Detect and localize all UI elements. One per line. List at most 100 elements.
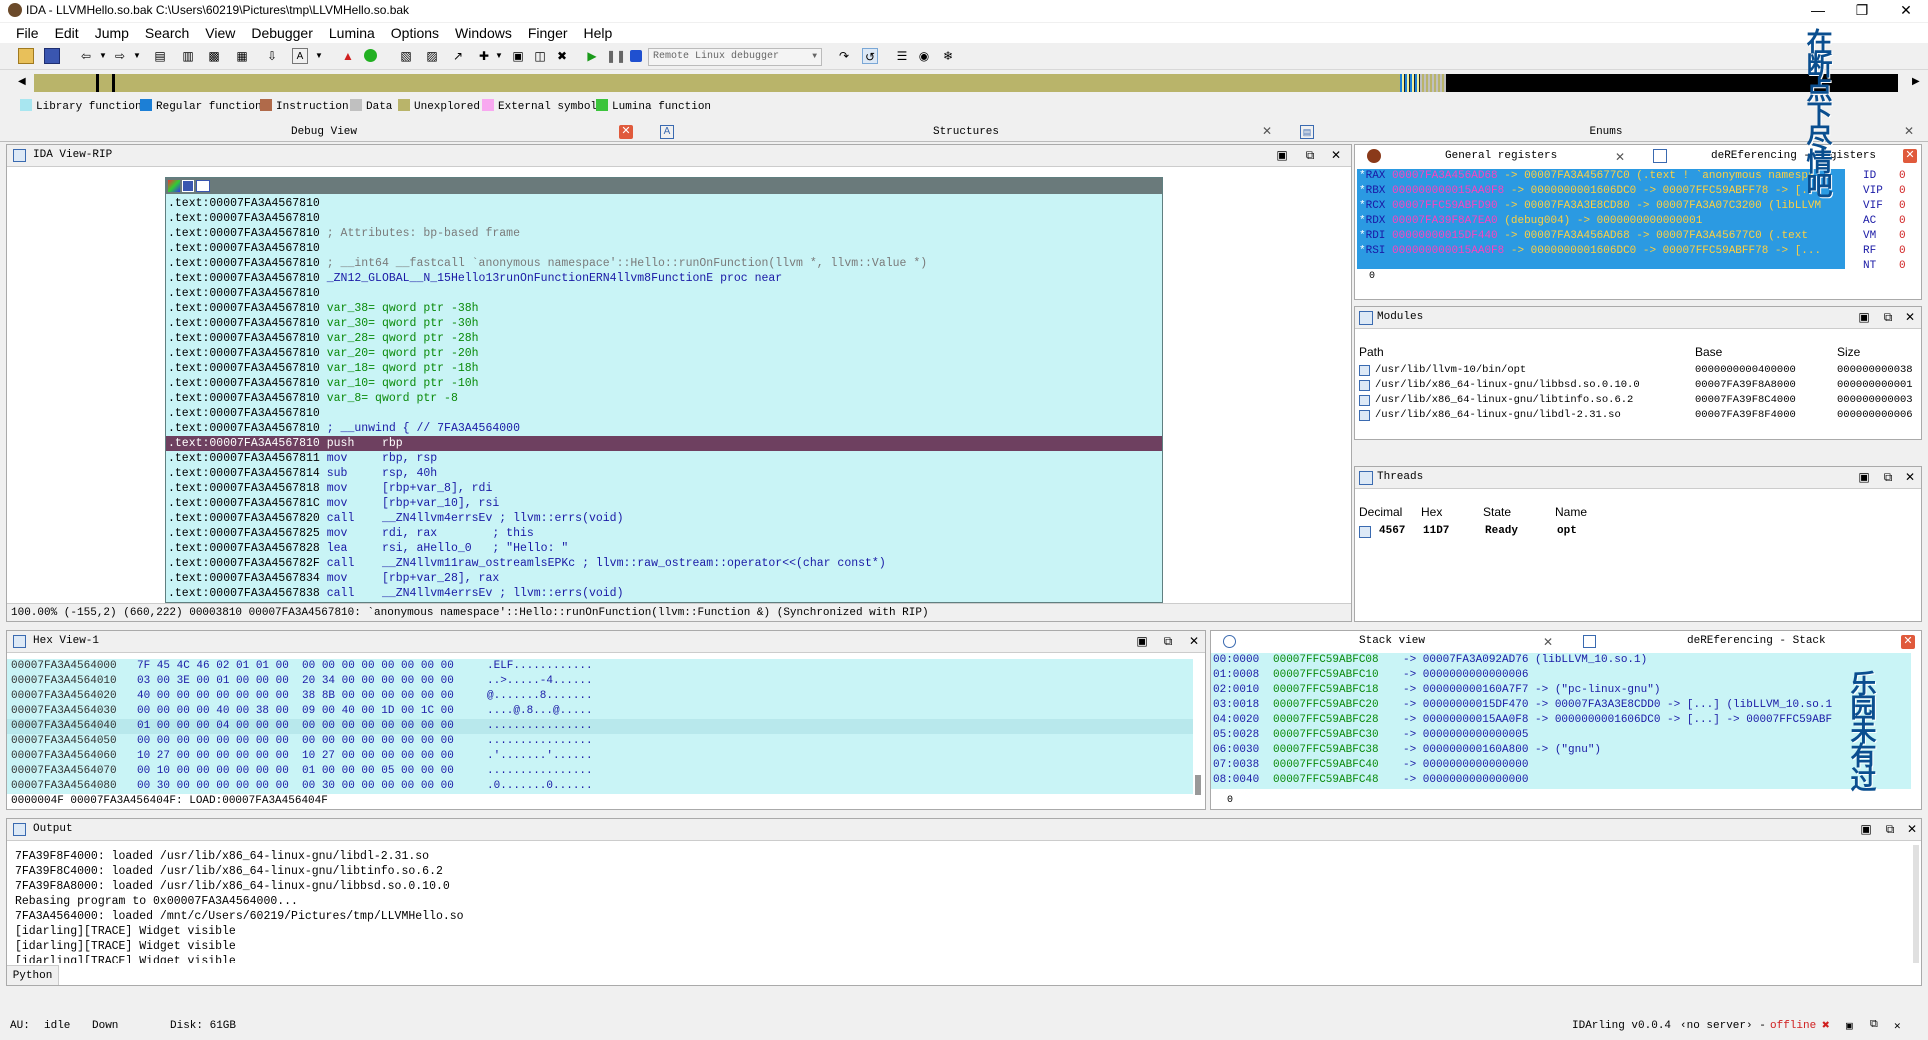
minimize-panel-icon[interactable]: ▣ <box>1857 470 1871 484</box>
graph-node[interactable]: .text:00007FA3A4567810 .text:00007FA3A45… <box>165 177 1163 603</box>
back-icon[interactable]: ⇦ <box>78 48 94 64</box>
disasm-line[interactable]: .text:00007FA3A4567810 ; __unwind { // 7… <box>166 421 1162 436</box>
disasm-line[interactable]: .text:00007FA3A456781C mov [rbp+var_10],… <box>166 496 1162 511</box>
disasm-line[interactable]: .text:00007FA3A4567810 var_8= qword ptr … <box>166 391 1162 406</box>
register-row[interactable]: *RAX 00007FA3A456AD68 -> 00007FA3A45677C… <box>1357 169 1845 184</box>
disasm-line[interactable]: .text:00007FA3A4567834 mov [rbp+var_28],… <box>166 571 1162 586</box>
proximity-icon[interactable]: ▨ <box>424 48 440 64</box>
menu-debugger[interactable]: Debugger <box>243 23 321 41</box>
register-row[interactable]: *RBX 000000000015AA0F8 -> 0000000001606D… <box>1357 184 1845 199</box>
back-dropdown-icon[interactable]: ▼ <box>95 48 111 64</box>
forward-icon[interactable]: ⇨ <box>112 48 128 64</box>
disasm-line[interactable]: .text:00007FA3A4567838 call __ZN4llvm4er… <box>166 586 1162 601</box>
close-icon[interactable]: ✕ <box>1541 635 1555 649</box>
menu-finger[interactable]: Finger <box>520 23 576 41</box>
patch-icon[interactable]: ▣ <box>510 48 526 64</box>
stack-row[interactable]: 01:0008 00007FFC59ABFC10 -> 00000000000000… <box>1211 668 1911 683</box>
close-icon[interactable]: ✕ <box>1613 150 1627 164</box>
close-panel-icon[interactable]: ✕ <box>1903 310 1917 324</box>
disasm-line[interactable]: .text:00007FA3A4567814 sub rsp, 40h <box>166 466 1162 481</box>
float-panel-icon[interactable]: ⧉ <box>1303 148 1317 163</box>
hex-row[interactable]: 00007FA3A4564000 7F 45 4C 46 02 01 01 00 … <box>7 659 1193 674</box>
status-minimize-icon[interactable]: ▣ <box>1846 1019 1853 1033</box>
register-row[interactable]: *RCX 00007FFC59ABFD90 -> 00007FA3A3E8CD8… <box>1357 199 1845 214</box>
disconnected-icon[interactable]: ✖ <box>1822 1018 1830 1033</box>
breakpoint-icon[interactable]: ▲ <box>340 48 356 64</box>
watch-icon[interactable]: ◉ <box>916 48 932 64</box>
hex-row[interactable]: 00007FA3A4564080 00 30 00 00 00 00 00 00 … <box>7 779 1193 794</box>
flag-row[interactable]: NT 0 <box>1863 259 1919 274</box>
step-into-icon[interactable]: ↷ <box>836 48 852 64</box>
stack-row[interactable]: 06:0030 00007FFC59ABFC38 -> 000000000160A8… <box>1211 743 1911 758</box>
node-graph-icon[interactable] <box>196 180 210 192</box>
module-row[interactable]: /usr/lib/x86_64-linux-gnu/libdl-2.31.so 0… <box>1357 408 1917 423</box>
minimize-panel-icon[interactable]: ▣ <box>1275 148 1289 162</box>
disasm-line[interactable]: .text:00007FA3A4567810 var_10= qword ptr… <box>166 376 1162 391</box>
close-panel-icon[interactable]: ✕ <box>1329 148 1343 162</box>
debugger-select[interactable]: Remote Linux debugger ▼ <box>648 48 822 66</box>
disasm-line[interactable]: .text:00007FA3A4567810 ; __int64 __fastc… <box>166 256 1162 271</box>
close-panel-icon[interactable]: ✕ <box>1187 634 1201 648</box>
stack-row[interactable]: 04:0020 00007FFC59ABFC28 -> 00000000015AA0… <box>1211 713 1911 728</box>
module-row[interactable]: /usr/lib/x86_64-linux-gnu/libbsd.so.0.10… <box>1357 378 1917 393</box>
stop-icon[interactable] <box>628 48 644 64</box>
cross-icon[interactable]: ✖ <box>554 48 570 64</box>
disasm-line[interactable]: .text:00007FA3A4567828 lea rsi, aHello_0… <box>166 541 1162 556</box>
hex-row[interactable]: 00007FA3A4564050 00 00 00 00 00 00 00 00 … <box>7 734 1193 749</box>
hex-row[interactable]: 00007FA3A4564060 10 27 00 00 00 00 00 00 … <box>7 749 1193 764</box>
node-color-icon[interactable] <box>168 180 180 192</box>
hex-row[interactable]: 00007FA3A4564020 40 00 00 00 00 00 00 00 … <box>7 689 1193 704</box>
flag-row[interactable]: VM 0 <box>1863 229 1919 244</box>
flag-row[interactable]: VIF 0 <box>1863 199 1919 214</box>
stack-row[interactable]: 03:0018 00007FFC59ABFC20 -> 00000000015DF4… <box>1211 698 1911 713</box>
flag-row[interactable]: VIP 0 <box>1863 184 1919 199</box>
close-icon[interactable]: ✕ <box>619 125 633 139</box>
hex-row[interactable]: 00007FA3A4564010 03 00 3E 00 01 00 00 00 … <box>7 674 1193 689</box>
close-panel-icon[interactable]: ✕ <box>1905 822 1919 836</box>
down-arrow-icon[interactable]: ⇩ <box>264 48 280 64</box>
close-icon[interactable]: ✕ <box>1902 124 1916 138</box>
thread-row[interactable]: 4567 11D7 Ready opt <box>1357 525 1917 541</box>
stack-row[interactable]: 00:0000 00007FFC59ABFC08 -> 00007FA3A092AD… <box>1211 653 1911 668</box>
python-command-input[interactable] <box>61 966 1919 984</box>
disasm-line[interactable]: .text:00007FA3A4567810 <box>166 211 1162 226</box>
disasm-line[interactable]: .text:00007FA3A4567825 mov rdi, rax ; th… <box>166 526 1162 541</box>
menu-view[interactable]: View <box>197 23 243 41</box>
disasm-line[interactable]: .text:00007FA3A4567810 <box>166 241 1162 256</box>
menu-help[interactable]: Help <box>576 23 621 41</box>
graph-icon[interactable]: ▧ <box>398 48 414 64</box>
breakpoints-list-icon[interactable]: ☰ <box>894 48 910 64</box>
run-icon[interactable]: ▶ <box>584 48 600 64</box>
forward-dropdown-icon[interactable]: ▼ <box>129 48 145 64</box>
hex-dump[interactable]: 00007FA3A4564000 7F 45 4C 46 02 01 01 00 … <box>7 659 1193 795</box>
stack-row[interactable]: 08:0040 00007FFC59ABFC48 -> 00000000000000… <box>1211 773 1911 788</box>
float-panel-icon[interactable]: ⧉ <box>1881 310 1895 325</box>
flag-row[interactable]: RF 0 <box>1863 244 1919 259</box>
disasm-line[interactable]: .text:00007FA3A4567810 <box>166 286 1162 301</box>
export-icon[interactable]: ◫ <box>532 48 548 64</box>
output-log[interactable]: 7FA39F8F4000: loaded /usr/lib/x86_64-lin… <box>15 849 1905 963</box>
text-icon[interactable]: A <box>292 48 308 64</box>
disasm-line[interactable]: .text:00007FA3A456782F call __ZN4llvm11r… <box>166 556 1162 571</box>
minimize-panel-icon[interactable]: ▣ <box>1859 822 1873 836</box>
disasm-line[interactable]: .text:00007FA3A4567810 push rbp <box>166 436 1162 451</box>
node-group-icon[interactable] <box>182 180 194 192</box>
disasm-line[interactable]: .text:00007FA3A4567818 mov [rbp+var_8], … <box>166 481 1162 496</box>
threads-col-hex[interactable]: Hex <box>1421 505 1442 519</box>
python-button[interactable]: Python <box>7 965 59 985</box>
disasm-line[interactable]: .text:00007FA3A4567810 var_38= qword ptr… <box>166 301 1162 316</box>
module-row[interactable]: /usr/lib/llvm-10/bin/opt 0000000000400000… <box>1357 363 1917 378</box>
close-window-button[interactable]: ✕ <box>1884 0 1928 22</box>
threads-col-decimal[interactable]: Decimal <box>1359 505 1402 519</box>
disasm-line[interactable]: .text:00007FA3A4567810 var_20= qword ptr… <box>166 346 1162 361</box>
close-icon[interactable]: ✕ <box>1260 124 1274 138</box>
green-circle-icon[interactable] <box>362 48 378 64</box>
open-icon[interactable] <box>18 48 34 64</box>
data-icon[interactable]: ▥ <box>180 48 196 64</box>
float-panel-icon[interactable]: ⧉ <box>1161 634 1175 649</box>
status-float-icon[interactable]: ⧉ <box>1870 1019 1878 1031</box>
menu-search[interactable]: Search <box>137 23 197 41</box>
stack-row[interactable]: 05:0028 00007FFC59ABFC30 -> 00000000000000… <box>1211 728 1911 743</box>
code-icon[interactable]: ▤ <box>152 48 168 64</box>
disasm-line[interactable]: .text:00007FA3A4567811 mov rbp, rsp <box>166 451 1162 466</box>
